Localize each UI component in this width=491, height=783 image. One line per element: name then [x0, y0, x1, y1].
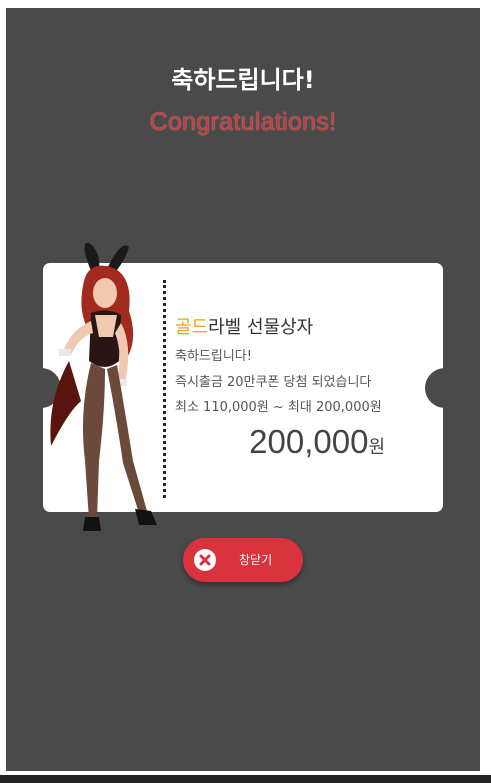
- character-illustration: [50, 242, 157, 531]
- modal-subtitle: Congratulations!: [149, 108, 337, 136]
- close-icon: [194, 549, 216, 571]
- close-button-label: 창닫기: [239, 553, 273, 567]
- prize-message-coupon: 즉시출금 20만쿠폰 당첨 되었습니다: [175, 375, 372, 390]
- prize-amount-unit: 원: [368, 437, 385, 458]
- modal-title: 축하드립니다!: [171, 66, 315, 94]
- close-window-button[interactable]: 창닫기: [183, 538, 303, 582]
- prize-amount: 200,000원: [249, 423, 385, 461]
- prize-label: 골드라벨 선물상자: [175, 313, 313, 339]
- ticket-notch-right: [425, 368, 465, 408]
- congrats-modal: 축하드립니다! Congratulations! 골드라벨 선물상자 축하드립니…: [6, 8, 480, 771]
- prize-label-rest: 라벨 선물상자: [208, 317, 314, 338]
- prize-message-range: 최소 110,000원 ~ 최대 200,000원: [175, 400, 382, 415]
- prize-amount-value: 200,000: [249, 423, 369, 460]
- bottom-strip: [0, 775, 491, 783]
